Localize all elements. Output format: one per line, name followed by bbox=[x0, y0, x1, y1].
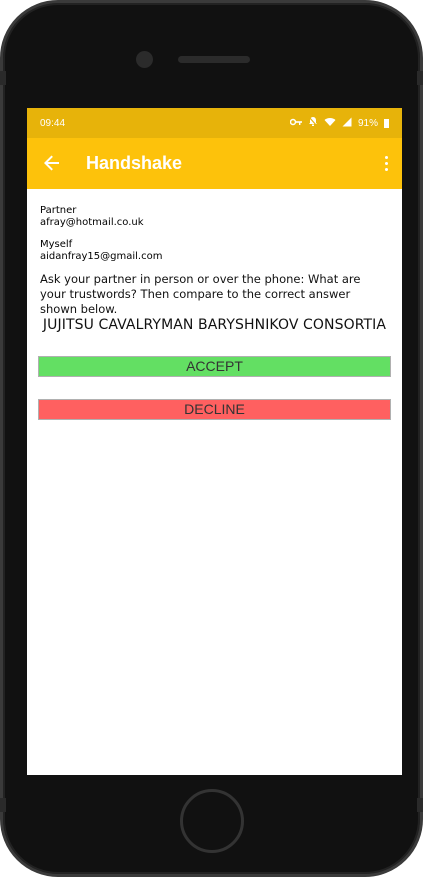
battery-icon bbox=[384, 118, 389, 128]
more-vert-icon[interactable] bbox=[380, 152, 392, 174]
side-button bbox=[417, 798, 423, 812]
partner-email: afray@hotmail.co.uk bbox=[40, 217, 144, 228]
home-button[interactable] bbox=[180, 789, 244, 853]
wifi-icon bbox=[324, 117, 336, 130]
screen: 09:44 91% Handshake Partner afray@hotmai… bbox=[27, 108, 402, 775]
decline-button[interactable]: DECLINE bbox=[38, 399, 391, 420]
side-button bbox=[0, 798, 6, 812]
myself-label: Myself bbox=[40, 239, 73, 250]
notifications-off-icon bbox=[308, 116, 318, 130]
signal-icon bbox=[342, 117, 352, 130]
status-bar: 09:44 91% bbox=[27, 108, 402, 138]
trustwords: JUJITSU CAVALRYMAN BARYSHNIKOV CONSORTIA bbox=[42, 317, 387, 333]
status-icons: 91% bbox=[289, 108, 389, 138]
page-title: Handshake bbox=[86, 153, 183, 173]
phone-frame: 09:44 91% Handshake Partner afray@hotmai… bbox=[0, 0, 423, 877]
status-time: 09:44 bbox=[40, 117, 66, 129]
accept-button[interactable]: ACCEPT bbox=[38, 356, 391, 377]
side-button bbox=[0, 71, 6, 85]
front-camera bbox=[136, 51, 153, 68]
myself-email: aidanfray15@gmail.com bbox=[40, 251, 163, 262]
trustwords-instruction: Ask your partner in person or over the p… bbox=[40, 272, 361, 316]
key-icon bbox=[289, 118, 302, 129]
battery-percent: 91% bbox=[357, 117, 378, 129]
earpiece-speaker bbox=[178, 56, 250, 63]
arrow-back-icon[interactable] bbox=[41, 152, 63, 174]
side-button bbox=[417, 71, 423, 85]
partner-label: Partner bbox=[40, 205, 77, 216]
app-bar: Handshake bbox=[27, 138, 402, 189]
